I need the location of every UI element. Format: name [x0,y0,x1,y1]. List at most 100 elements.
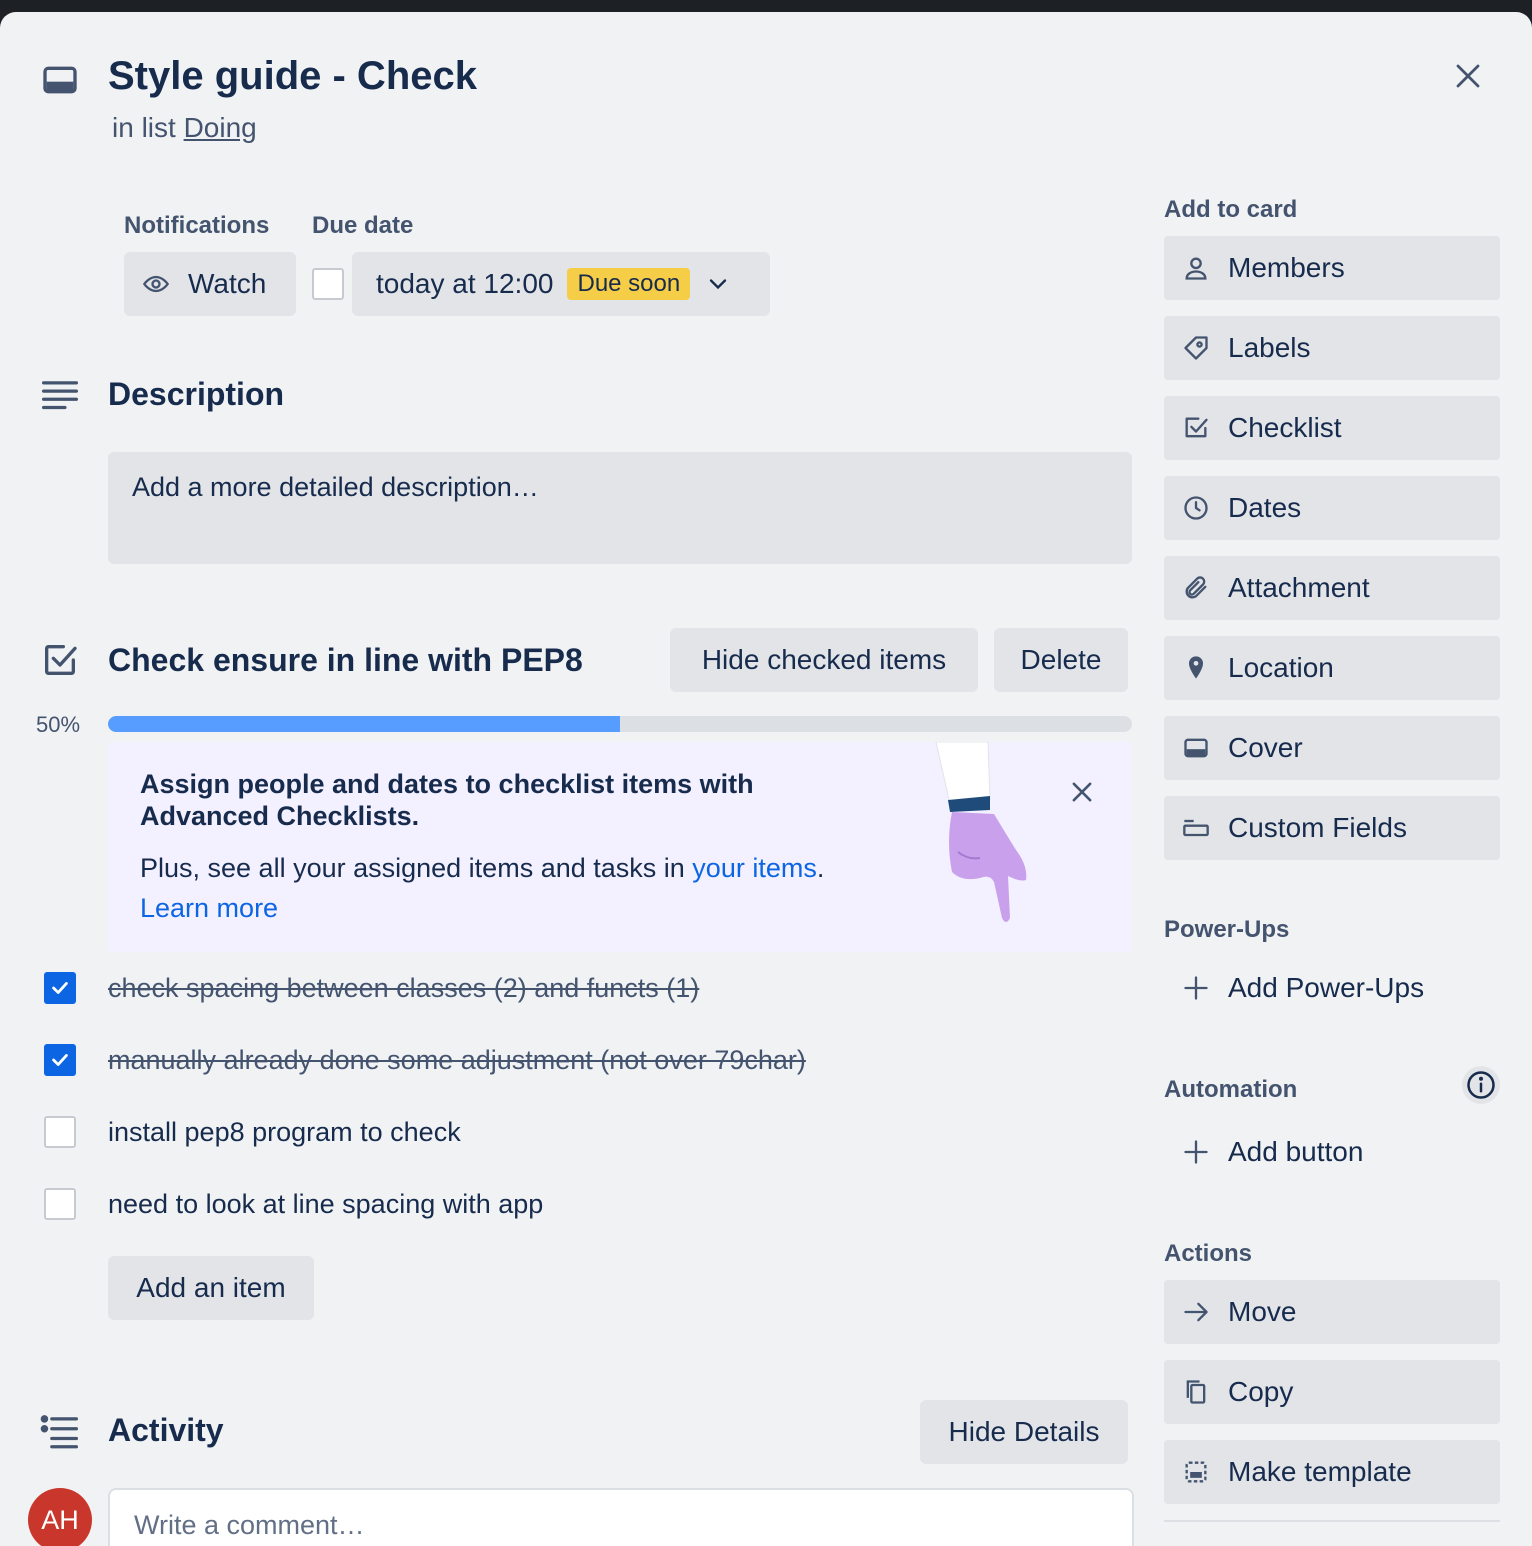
labels-button[interactable]: Labels [1164,316,1500,380]
cover-label: Cover [1228,732,1303,763]
eye-icon [142,270,170,298]
attachment-button[interactable]: Attachment [1164,556,1500,620]
item-checkbox-checked[interactable] [44,1044,76,1076]
labels-label: Labels [1228,332,1311,363]
checkbox-icon [1182,414,1210,442]
add-to-card-title: Add to card [1164,196,1298,223]
actions-title: Actions [1164,1240,1253,1267]
checklist-item-text[interactable]: need to look at line spacing with app [108,1189,543,1220]
description-icon [40,378,80,414]
attachment-label: Attachment [1228,572,1370,603]
add-button-label: Add button [1228,1136,1364,1167]
item-checkbox[interactable] [44,1188,76,1220]
hide-details-button[interactable]: Hide Details [920,1400,1128,1464]
promo-title: Assign people and dates to checklist ite… [140,769,754,831]
description-title: Description [108,376,285,412]
dates-button[interactable]: Dates [1164,476,1500,540]
copy-label: Copy [1228,1376,1294,1407]
checklist-title[interactable]: Check ensure in line with PEP8 [108,642,583,679]
due-date-button[interactable]: today at 12:00 Due soon [352,252,770,316]
checklist-icon [40,640,80,680]
custom-fields-button[interactable]: Custom Fields [1164,796,1500,860]
description-input[interactable]: Add a more detailed description… [108,452,1132,564]
card-title[interactable]: Style guide - Check [108,54,477,99]
copy-button[interactable]: Copy [1164,1360,1500,1424]
promo-close-icon[interactable] [1068,778,1100,810]
activity-icon [40,1414,80,1450]
card-detail-modal: Style guide - Check in list Doing Notifi… [0,12,1532,1546]
watch-label: Watch [188,268,267,299]
due-date-value: today at 12:00 [376,268,554,299]
list-link[interactable]: Doing [184,112,257,143]
checklist-progress-fill [108,716,620,732]
close-icon [1453,61,1483,91]
item-checkbox[interactable] [44,1116,76,1148]
card-list-info: in list Doing [112,112,257,144]
due-date-complete-checkbox[interactable] [312,268,344,300]
checklist-item-text[interactable]: check spacing between classes (2) and fu… [108,973,699,1004]
add-power-ups-button[interactable]: Add Power-Ups [1164,956,1500,1020]
checklist-item-text[interactable]: install pep8 program to check [108,1117,461,1148]
cover-icon [1182,734,1210,762]
add-button-button[interactable]: Add button [1164,1120,1500,1184]
notifications-label: Notifications [124,212,270,239]
power-ups-title: Power-Ups [1164,916,1290,943]
make-template-button[interactable]: Make template [1164,1440,1500,1504]
checklist-button[interactable]: Checklist [1164,396,1500,460]
sidebar-divider [1164,1520,1500,1522]
add-power-ups-label: Add Power-Ups [1228,972,1425,1003]
dates-label: Dates [1228,492,1302,523]
advanced-checklists-promo: Assign people and dates to checklist ite… [108,742,1132,952]
arrow-right-icon [1182,1298,1210,1326]
comment-input[interactable]: Write a comment… [108,1488,1134,1546]
watch-button[interactable]: Watch [124,252,296,316]
plus-icon [1182,974,1210,1002]
location-label: Location [1228,652,1334,683]
promo-body-suffix: . [816,853,825,883]
checklist-item: check spacing between classes (2) and fu… [44,972,699,1004]
paperclip-icon [1182,574,1210,602]
avatar[interactable]: AH [28,1488,92,1546]
checklist-progress-bar [108,716,1132,732]
learn-more-link[interactable]: Learn more [140,893,278,923]
promo-body-text: Plus, see all your assigned items and ta… [140,853,685,883]
due-date-label: Due date [312,212,414,239]
item-checkbox-checked[interactable] [44,972,76,1004]
location-button[interactable]: Location [1164,636,1500,700]
info-icon[interactable] [1462,1066,1500,1104]
template-icon [1182,1458,1210,1486]
hide-checked-items-button[interactable]: Hide checked items [670,628,978,692]
pointing-hand-illustration [928,742,1048,937]
due-soon-badge: Due soon [567,268,691,300]
custom-fields-label: Custom Fields [1228,812,1407,843]
move-button[interactable]: Move [1164,1280,1500,1344]
close-button[interactable] [1444,52,1492,100]
plus-icon [1182,1138,1210,1166]
delete-checklist-button[interactable]: Delete [994,628,1128,692]
custom-fields-icon [1182,814,1210,842]
checklist-label: Checklist [1228,412,1342,443]
clock-icon [1182,494,1210,522]
checklist-item-text[interactable]: manually already done some adjustment (n… [108,1045,806,1076]
person-icon [1182,254,1210,282]
map-pin-icon [1182,654,1210,682]
card-icon [40,60,80,100]
activity-title: Activity [108,1412,224,1448]
checklist-item: need to look at line spacing with app [44,1188,543,1220]
checklist-item: install pep8 program to check [44,1116,461,1148]
move-label: Move [1228,1296,1297,1327]
members-button[interactable]: Members [1164,236,1500,300]
promo-body: Plus, see all your assigned items and ta… [140,848,920,928]
add-item-button[interactable]: Add an item [108,1256,314,1320]
your-items-link[interactable]: your items [692,853,817,883]
make-template-label: Make template [1228,1456,1412,1487]
checklist-item: manually already done some adjustment (n… [44,1044,806,1076]
members-label: Members [1228,252,1345,283]
checklist-percent: 50% [36,712,81,737]
chevron-down-icon [704,270,732,298]
tag-icon [1182,334,1210,362]
copy-icon [1182,1378,1210,1406]
list-prefix: in list [112,112,176,143]
automation-title: Automation [1164,1076,1298,1103]
cover-button[interactable]: Cover [1164,716,1500,780]
